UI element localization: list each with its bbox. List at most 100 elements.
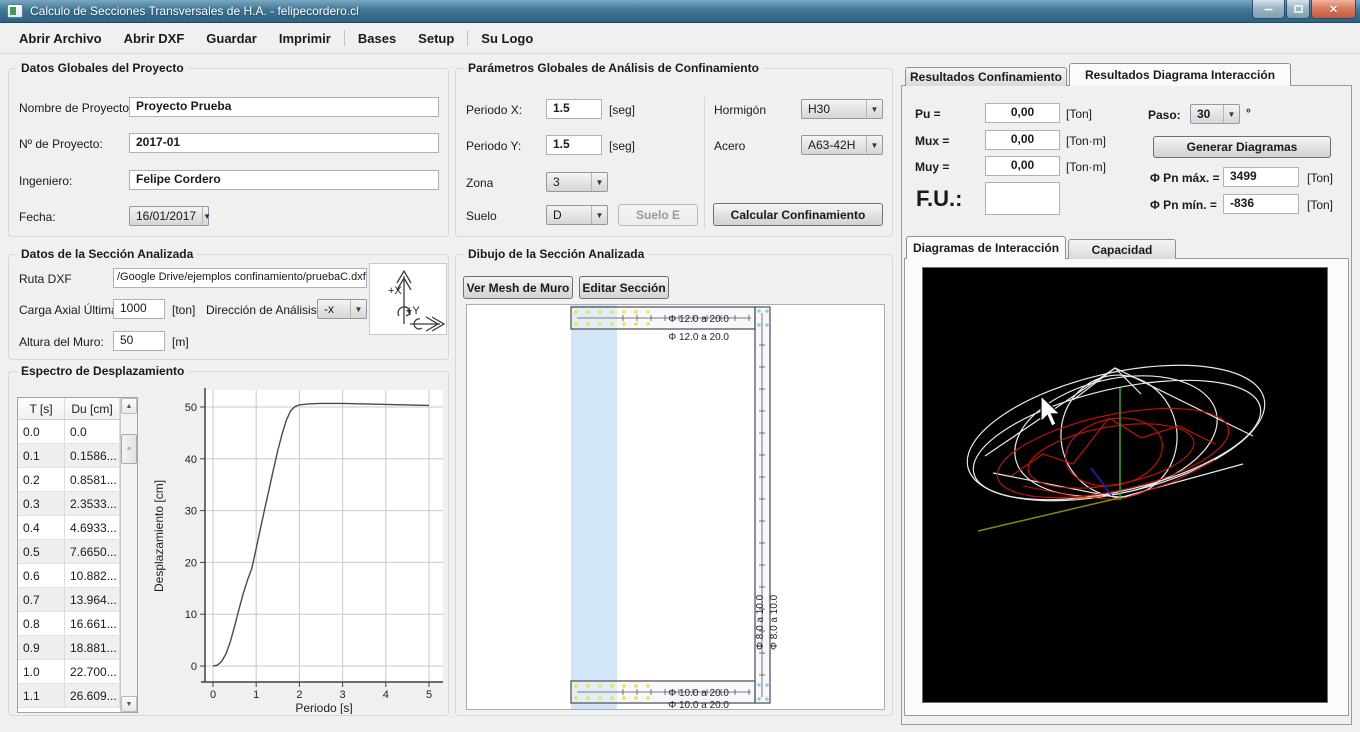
svg-text:+X: +X: [388, 285, 402, 297]
project-number-input[interactable]: 2017-01: [129, 133, 439, 153]
pu-input[interactable]: 0,00: [985, 103, 1060, 123]
chevron-down-icon: ▼: [866, 100, 882, 118]
suelo-select[interactable]: D ▼: [546, 205, 608, 225]
project-name-input[interactable]: Proyecto Prueba: [129, 97, 439, 117]
interaction-3d-canvas[interactable]: [922, 267, 1328, 703]
spectrum-group: Espectro de Desplazamiento T [s] Du [cm]…: [8, 371, 449, 716]
table-row[interactable]: 0.44.6933...: [18, 516, 120, 540]
svg-text:20: 20: [185, 557, 197, 569]
menu-abrir-dxf[interactable]: Abrir DXF: [113, 27, 196, 50]
axial-load-input[interactable]: 1000: [113, 299, 165, 319]
table-row[interactable]: 0.713.964...: [18, 588, 120, 612]
analysis-direction-value: -x: [318, 302, 350, 316]
fu-input[interactable]: [985, 182, 1060, 215]
pnmax-input[interactable]: 3499: [1223, 167, 1299, 187]
wall-height-input[interactable]: 50: [113, 331, 165, 351]
menu-setup[interactable]: Setup: [407, 27, 465, 50]
chevron-down-icon: ▼: [350, 300, 366, 318]
tab-resultados-confinamiento[interactable]: Resultados Confinamiento: [905, 67, 1067, 86]
title-bar: Calculo de Secciones Transversales de H.…: [0, 0, 1360, 23]
table-scrollbar[interactable]: ▲ ≡ ▼: [120, 398, 137, 712]
table-row[interactable]: 0.00.0: [18, 420, 120, 444]
mux-unit: [Ton·m]: [1066, 134, 1106, 148]
svg-text:5: 5: [426, 689, 432, 701]
table-cell: 0.9: [18, 636, 65, 659]
bottom-rebar-label-1: Φ 10.0 a 20.0: [668, 688, 729, 699]
scroll-down-icon[interactable]: ▼: [121, 696, 137, 712]
suelo-label: Suelo: [466, 209, 497, 223]
table-row[interactable]: 0.32.3533...: [18, 492, 120, 516]
maximize-button[interactable]: [1286, 0, 1310, 19]
generate-diagrams-button[interactable]: Generar Diagramas: [1153, 136, 1331, 158]
hormigon-select[interactable]: H30 ▼: [801, 99, 883, 119]
period-x-unit: [seg]: [609, 103, 635, 117]
table-row[interactable]: 0.10.1586...: [18, 444, 120, 468]
menu-imprimir[interactable]: Imprimir: [268, 27, 342, 50]
muy-input[interactable]: 0,00: [985, 156, 1060, 176]
menu-su-logo[interactable]: Su Logo: [470, 27, 544, 50]
menu-bases[interactable]: Bases: [347, 27, 407, 50]
svg-text:Desplazamiento [cm]: Desplazamiento [cm]: [152, 480, 166, 592]
chevron-down-icon: ▼: [591, 173, 607, 191]
column-header-du[interactable]: Du [cm]: [65, 398, 120, 419]
scroll-up-icon[interactable]: ▲: [121, 398, 137, 414]
spectrum-chart: 01234501020304050Periodo [s]Desplazamien…: [149, 384, 443, 714]
table-cell: 0.5: [18, 540, 65, 563]
table-row[interactable]: 0.57.6650...: [18, 540, 120, 564]
bottom-rebar-label-2: Φ 10.0 a 20.0: [668, 700, 729, 709]
axes-orientation-icon: +X +Y: [369, 263, 447, 335]
section-canvas[interactable]: Φ 12.0 a 20.0 Φ 12.0 a 20.0 Φ 10.0 a 20.…: [466, 304, 885, 710]
view-mesh-button[interactable]: Ver Mesh de Muro: [463, 276, 573, 299]
tab-capacidad[interactable]: Capacidad: [1068, 239, 1176, 259]
mux-input[interactable]: 0,00: [985, 130, 1060, 150]
table-cell: 0.8581...: [65, 468, 120, 491]
table-row[interactable]: 1.022.700...: [18, 660, 120, 684]
table-row[interactable]: 0.20.8581...: [18, 468, 120, 492]
period-x-input[interactable]: 1.5: [546, 99, 602, 119]
paso-select[interactable]: 30 ▼: [1190, 104, 1240, 124]
interaction-3d-plot: [923, 268, 1327, 702]
table-row[interactable]: 1.126.609...: [18, 684, 120, 708]
spectrum-table-body: 0.00.00.10.1586...0.20.8581...0.32.3533.…: [18, 420, 120, 708]
zona-select[interactable]: 3 ▼: [546, 172, 608, 192]
period-y-input[interactable]: 1.5: [546, 135, 602, 155]
table-row[interactable]: 0.918.881...: [18, 636, 120, 660]
wall-height-unit: [m]: [172, 335, 189, 349]
pnmax-label: Φ Pn máx. =: [1150, 171, 1220, 185]
drawing-group-title: Dibujo de la Sección Analizada: [464, 247, 648, 261]
table-row[interactable]: 0.816.661...: [18, 612, 120, 636]
suelo-e-button[interactable]: Suelo E: [618, 204, 698, 226]
section-group-title: Datos de la Sección Analizada: [17, 247, 197, 261]
table-cell: 0.7: [18, 588, 65, 611]
analysis-direction-select[interactable]: -x ▼: [317, 299, 367, 319]
table-cell: 1.1: [18, 684, 65, 707]
close-icon: ✕: [1329, 3, 1338, 16]
scrollbar-thumb[interactable]: ≡: [121, 434, 137, 464]
period-x-label: Periodo X:: [466, 103, 522, 117]
tab-diagramas-interaccion[interactable]: Diagramas de Interacción: [906, 236, 1066, 259]
svg-text:1: 1: [253, 689, 259, 701]
top-rebar-label-1: Φ 12.0 a 20.0: [668, 314, 729, 325]
menu-abrir-archivo[interactable]: Abrir Archivo: [8, 27, 113, 50]
date-picker[interactable]: 16/01/2017 ▼: [129, 206, 209, 226]
column-header-t[interactable]: T [s]: [18, 398, 65, 419]
section-drawing: Φ 12.0 a 20.0 Φ 12.0 a 20.0 Φ 10.0 a 20.…: [467, 305, 884, 709]
svg-text:Periodo [s]: Periodo [s]: [295, 701, 352, 714]
paso-label: Paso:: [1148, 108, 1181, 122]
table-row[interactable]: 0.610.882...: [18, 564, 120, 588]
table-cell: 26.609...: [65, 684, 120, 707]
edit-section-button[interactable]: Editar Sección: [579, 276, 669, 299]
minimize-button[interactable]: [1252, 0, 1285, 19]
suelo-value: D: [547, 208, 591, 222]
engineer-input[interactable]: Felipe Cordero: [129, 170, 439, 190]
maximize-icon: [1294, 5, 1303, 13]
menu-guardar[interactable]: Guardar: [195, 27, 268, 50]
pnmin-input[interactable]: -836: [1223, 194, 1299, 214]
calc-confinement-button[interactable]: Calcular Confinamiento: [713, 203, 883, 226]
acero-select[interactable]: A63-42H ▼: [801, 135, 883, 155]
table-cell: 0.0: [65, 420, 120, 443]
dxf-path-input[interactable]: /Google Drive/ejemplos confinamiento/pru…: [113, 268, 367, 288]
spectrum-table[interactable]: T [s] Du [cm] 0.00.00.10.1586...0.20.858…: [17, 397, 138, 713]
close-button[interactable]: ✕: [1311, 0, 1356, 19]
tab-resultados-diagrama-interaccion[interactable]: Resultados Diagrama Interacción: [1069, 63, 1291, 86]
